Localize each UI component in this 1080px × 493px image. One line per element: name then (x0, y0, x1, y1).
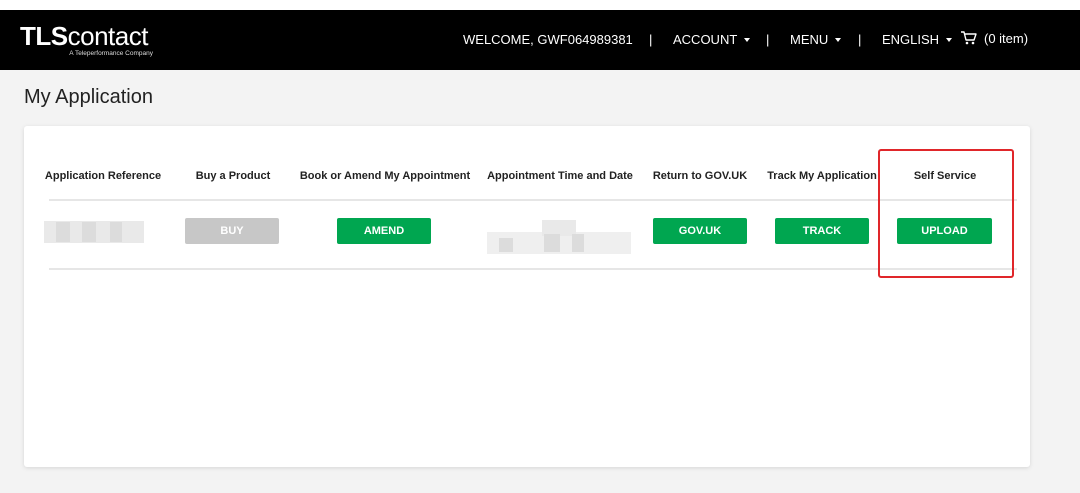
menu-dropdown[interactable]: MENU (790, 32, 842, 47)
self-service-highlight-box (878, 149, 1014, 278)
header-book-or-amend: Book or Amend My Appointment (299, 170, 471, 182)
buy-button[interactable]: BUY (185, 218, 279, 244)
account-label: ACCOUNT (673, 32, 738, 47)
header-track-my-application: Track My Application (767, 170, 877, 182)
logo-rest-text: contact (67, 21, 149, 51)
account-dropdown[interactable]: ACCOUNT (673, 32, 751, 47)
header-buy-a-product: Buy a Product (195, 170, 271, 182)
cart-link[interactable]: (0 item) (960, 30, 1028, 46)
nav-separator: | (858, 32, 862, 47)
govuk-button[interactable]: GOV.UK (653, 218, 747, 244)
chevron-down-icon (946, 37, 953, 42)
page-title: My Application (24, 86, 153, 108)
language-dropdown[interactable]: ENGLISH (882, 32, 953, 47)
logo-bold-text: TLS (20, 21, 68, 51)
shopping-cart-icon (961, 31, 977, 45)
welcome-text: WELCOME, GWF064989381 (463, 32, 633, 47)
header-return-to-govuk: Return to GOV.UK (652, 170, 748, 182)
row-divider (49, 268, 1017, 270)
chevron-down-icon (744, 37, 751, 42)
menu-label: MENU (790, 32, 829, 47)
logo-tagline: A Teleperformance Company (69, 50, 153, 57)
chevron-down-icon (835, 37, 842, 42)
header-appointment-time-date: Appointment Time and Date (487, 170, 633, 182)
track-button[interactable]: TRACK (775, 218, 869, 244)
header-divider (49, 199, 1017, 201)
site-header: TLScontact A Teleperformance Company WEL… (0, 10, 1080, 70)
language-label: ENGLISH (882, 32, 940, 47)
cart-count: (0 item) (984, 30, 1029, 46)
top-strip (0, 0, 1080, 10)
nav-separator: | (766, 32, 770, 47)
header-application-reference: Application Reference (44, 170, 162, 182)
tlscontact-logo[interactable]: TLScontact A Teleperformance Company (20, 23, 170, 63)
amend-button[interactable]: AMEND (337, 218, 431, 244)
logo-wordmark: TLScontact (20, 23, 170, 49)
nav-separator: | (649, 32, 653, 47)
